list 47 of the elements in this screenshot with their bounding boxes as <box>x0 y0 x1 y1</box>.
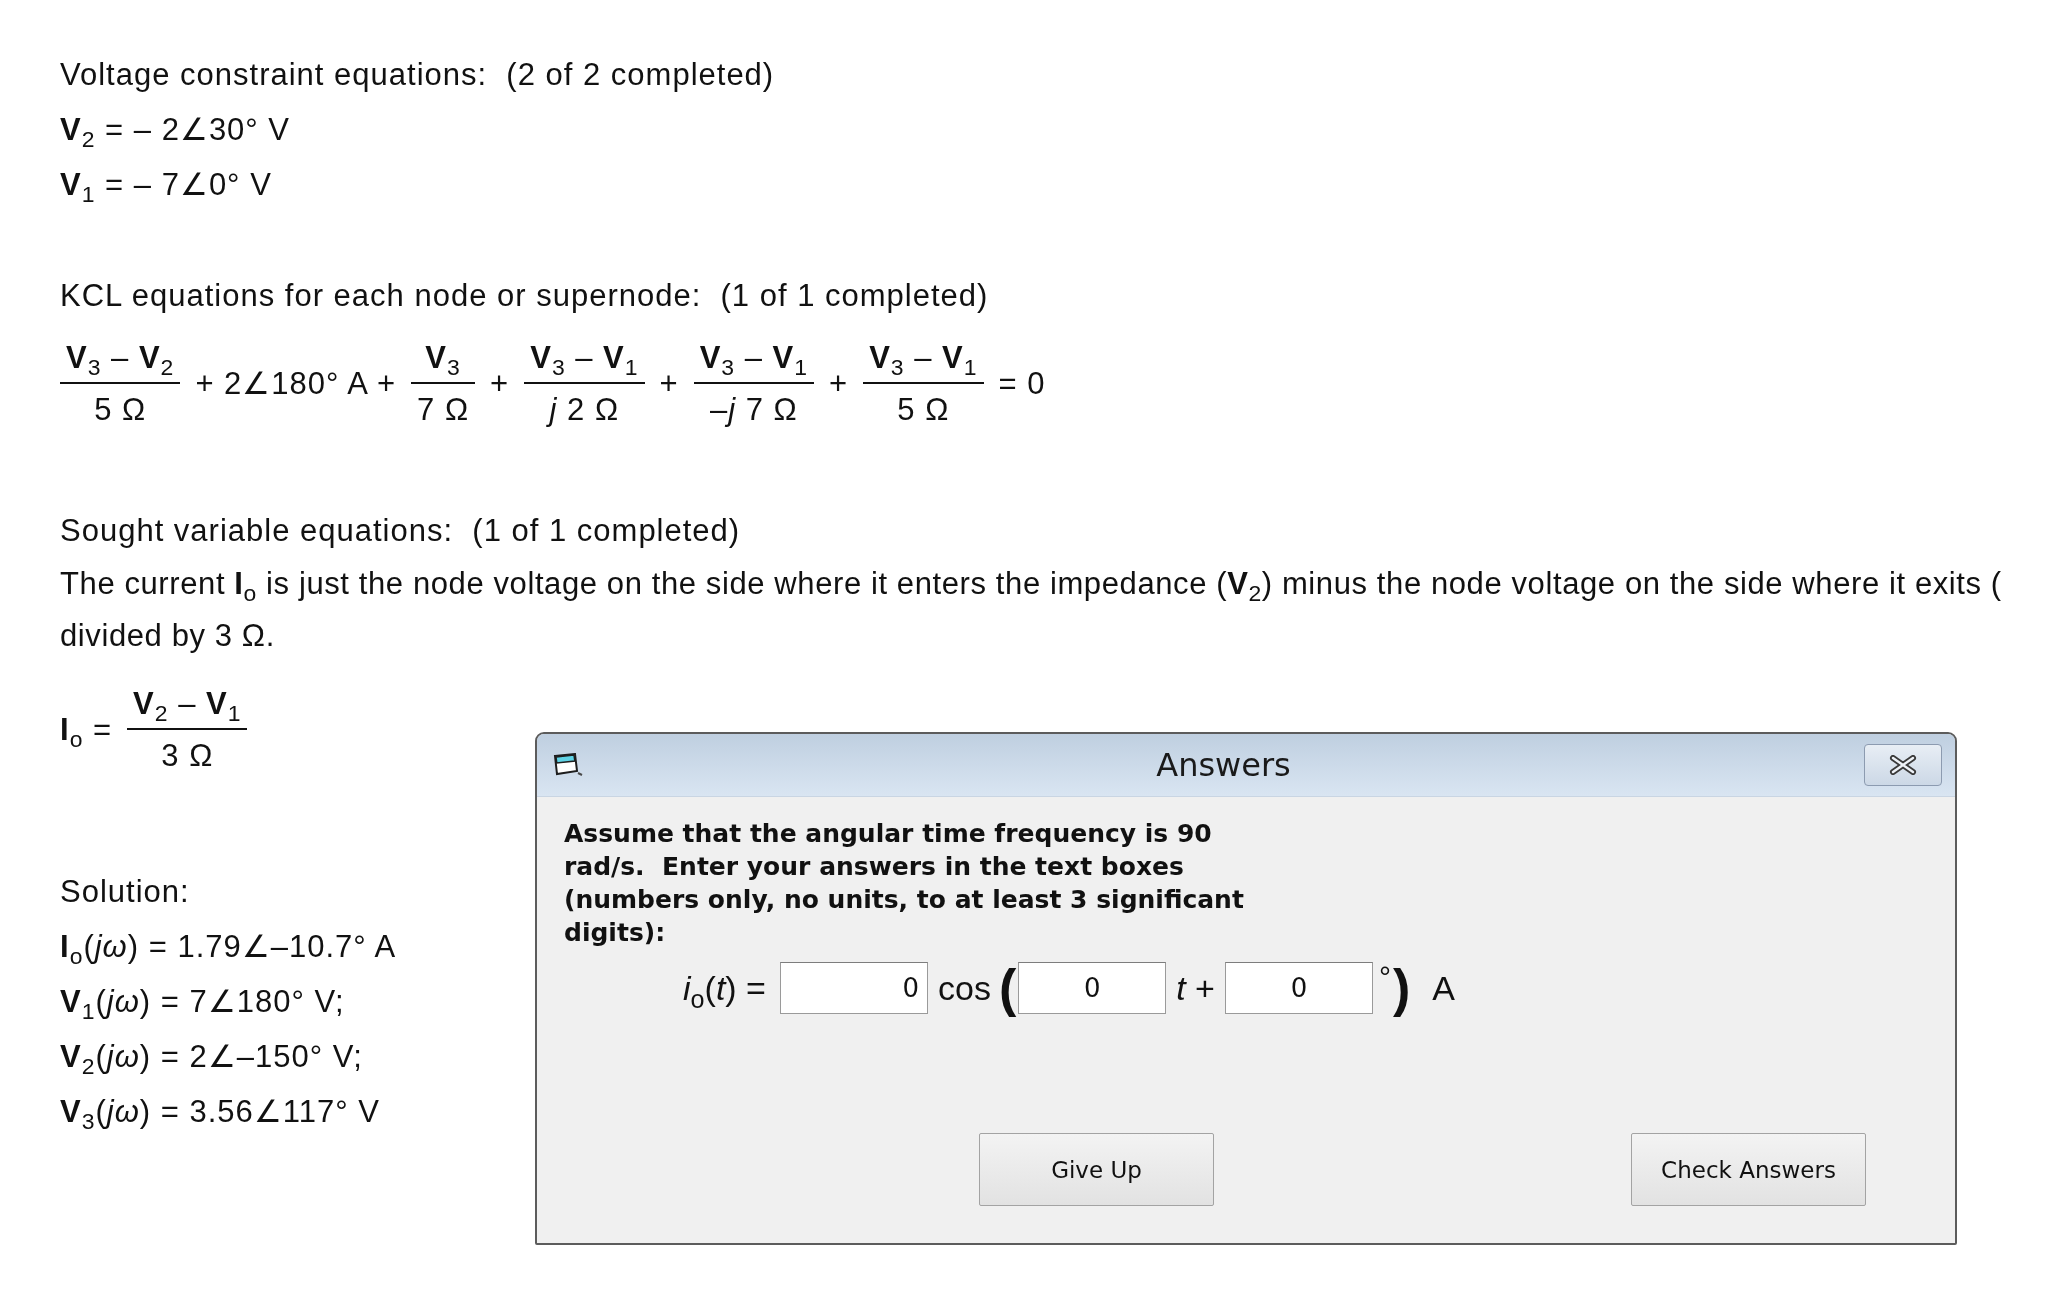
math-label: A <box>1432 968 1455 1009</box>
solution-line: V$_{3}$(jω) = 3.56∠117° V <box>60 1093 380 1137</box>
dialog-title: Answers <box>1155 746 1292 784</box>
equation-term: = 0 <box>998 365 1046 403</box>
equation-term: + <box>490 365 510 403</box>
fraction-denominator: 5 Ω <box>896 391 951 429</box>
instruction-text: Assume that the angular time frequency is 90 rad/s. Enter your answers in the text boxes (numbers only, no units, to at least 3 significant digits): <box>564 818 1245 949</box>
answer-field[interactable]: 0 <box>1018 962 1167 1014</box>
close-icon <box>1889 755 1917 775</box>
math-label: i$_{o}$(t) = <box>683 968 766 1014</box>
give-up-button[interactable]: Give Up <box>979 1133 1214 1206</box>
close-button[interactable] <box>1864 744 1942 786</box>
fraction-denominator: –j 7 Ω <box>708 391 799 429</box>
fraction-numerator: V$_{2}$ – V$_{1}$ <box>132 685 243 726</box>
answer-field[interactable]: 0 <box>779 962 928 1014</box>
solution-line: V$_{1}$(jω) = 7∠180° V; <box>60 983 345 1027</box>
section-heading: Voltage constraint equations: (2 of 2 completed) <box>60 56 775 94</box>
solution-line: V$_{2}$(jω) = 2∠–150° V; <box>60 1038 363 1082</box>
fraction-denominator: j 2 Ω <box>543 388 626 432</box>
section-heading: Solution: <box>60 873 190 911</box>
fraction-denominator: 7 Ω <box>416 391 471 429</box>
equation-term: + <box>829 365 849 403</box>
fraction-numerator: V$_{3}$ – V$_{1}$ <box>698 339 810 380</box>
section-heading: KCL equations for each node or supernode: (1 of 1 completed) <box>60 277 989 315</box>
fraction-numerator: V$_{3}$ – V$_{1}$ <box>868 339 979 380</box>
equation-term: + <box>659 365 679 403</box>
math-label: t + <box>1176 968 1215 1009</box>
explanation-text: The current I$_{o}$ is just the node voltage on the side where it enters the impedance (V$_{2}$) minus the node voltage on the side where it exits ( <box>60 565 2002 609</box>
equation: V$_{1}$ = – 7∠0° V <box>60 166 272 210</box>
fraction-numerator: V$_{3}$ – V$_{2}$ <box>65 339 176 380</box>
equation-term: I$_{o}$ = <box>60 711 113 752</box>
fraction-denominator: 3 Ω <box>160 737 215 775</box>
equation: V$_{2}$ = – 2∠30° V <box>60 111 291 155</box>
answer-field[interactable]: 0 <box>1225 962 1373 1014</box>
section-heading: Sought variable equations: (1 of 1 completed) <box>60 512 741 550</box>
explanation-text: divided by 3 Ω. <box>60 617 275 655</box>
parenthesis: ) <box>1393 960 1411 1016</box>
fraction-numerator: V$_{3}$ <box>424 339 462 380</box>
equation-term: + 2∠180° A + <box>195 365 397 403</box>
fraction-denominator: 5 Ω <box>93 391 148 429</box>
math-label: cos <box>937 968 991 1009</box>
degree-symbol: ° <box>1379 962 1391 992</box>
solution-line: I$_{o}$(jω) = 1.79∠–10.7° A <box>60 928 397 972</box>
parenthesis: ( <box>998 960 1017 1016</box>
check-answers-button[interactable]: Check Answers <box>1631 1133 1866 1206</box>
fraction-numerator: V$_{3}$ – V$_{1}$ <box>529 339 640 380</box>
window-icon <box>553 753 583 777</box>
